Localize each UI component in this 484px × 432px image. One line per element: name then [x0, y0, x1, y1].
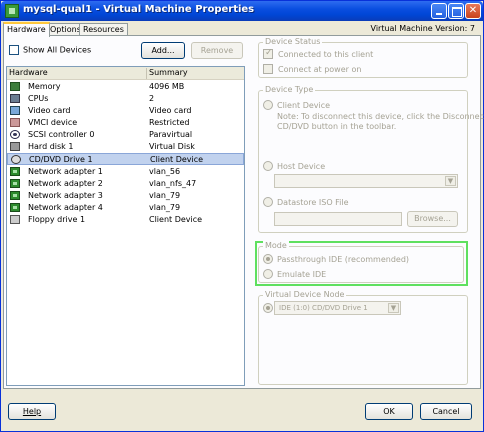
hardware-name: Memory: [28, 82, 61, 91]
hardware-row-floppy-drive[interactable]: Floppy drive 1 Client Device: [7, 214, 244, 226]
show-all-devices-checkbox[interactable]: Show All Devices: [9, 45, 91, 55]
add-device-button[interactable]: Add...: [141, 42, 185, 59]
show-all-devices-label: Show All Devices: [23, 45, 92, 55]
hardware-summary: Video card: [149, 106, 192, 115]
host-device-dropdown[interactable]: ▼: [274, 174, 458, 188]
client-device-note: Note: To disconnect this device, click t…: [277, 112, 484, 121]
hardware-name: Network adapter 4: [28, 203, 103, 212]
client-device-note-2: CD/DVD button in the toolbar.: [277, 122, 397, 131]
hardware-summary: 2: [149, 94, 155, 103]
connect-at-power-on-label: Connect at power on: [278, 65, 362, 74]
virtual-device-node-value: IDE (1:0) CD/DVD Drive 1: [279, 304, 368, 312]
hardware-name: Network adapter 1: [28, 167, 103, 176]
hardware-row-cd-dvd-drive[interactable]: CD/DVD Drive 1 Client Device: [7, 153, 244, 165]
checkbox-box[interactable]: [9, 45, 19, 55]
connected-label: Connected to this client: [278, 50, 374, 59]
hardware-row-network-adapter-1[interactable]: Network adapter 1 vlan_56: [7, 166, 244, 178]
hardware-row-hard-disk[interactable]: Hard disk 1 Virtual Disk: [7, 141, 244, 153]
hardware-summary: vlan_nfs_47: [149, 179, 197, 188]
cd-dvd-drive-icon: [11, 155, 21, 164]
column-separator[interactable]: [146, 68, 147, 79]
memory-icon: [10, 82, 20, 91]
hardware-name: CPUs: [28, 94, 49, 103]
scsi-controller-icon: [10, 130, 20, 139]
hardware-row-network-adapter-4[interactable]: Network adapter 4 vlan_79: [7, 202, 244, 214]
video-card-icon: [10, 106, 20, 115]
maximize-button[interactable]: [448, 3, 464, 19]
cpu-icon: [10, 94, 20, 103]
column-header-hardware[interactable]: Hardware: [9, 68, 48, 77]
column-header-summary[interactable]: Summary: [149, 68, 188, 77]
datastore-iso-label: Datastore ISO File: [277, 198, 349, 207]
hardware-row-cpus[interactable]: CPUs 2: [7, 93, 244, 105]
hardware-summary: vlan_79: [149, 203, 181, 212]
hardware-list-header: Hardware Summary: [7, 67, 244, 80]
datastore-iso-input[interactable]: [274, 212, 402, 226]
connect-at-power-on-checkbox[interactable]: [263, 64, 273, 74]
hardware-summary: Restricted: [149, 118, 190, 127]
connected-checkbox[interactable]: [263, 48, 273, 59]
hardware-list: Hardware Summary Memory 4096 MB CPUs 2 V…: [6, 66, 245, 386]
title-bar[interactable]: mysql-qual1 - Virtual Machine Properties…: [1, 1, 483, 21]
passthrough-ide-radio[interactable]: [263, 254, 273, 264]
hardware-summary: Client Device: [150, 155, 204, 164]
hardware-row-network-adapter-2[interactable]: Network adapter 2 vlan_nfs_47: [7, 178, 244, 190]
device-status-label: Device Status: [263, 37, 323, 46]
virtual-device-node-dropdown[interactable]: IDE (1:0) CD/DVD Drive 1 ▼: [274, 301, 401, 315]
hardware-summary: vlan_56: [149, 167, 181, 176]
window-title: mysql-qual1 - Virtual Machine Properties: [23, 4, 255, 15]
hardware-name: Network adapter 2: [28, 179, 103, 188]
vm-version-label: Virtual Machine Version: 7: [370, 24, 475, 33]
hardware-name: Floppy drive 1: [28, 215, 86, 224]
hardware-row-scsi-controller[interactable]: SCSI controller 0 Paravirtual: [7, 129, 244, 141]
floppy-drive-icon: [10, 215, 20, 224]
ok-button[interactable]: OK: [365, 403, 413, 420]
hardware-name: SCSI controller 0: [28, 130, 95, 139]
client-device-label: Client Device: [277, 101, 331, 110]
vmci-device-icon: [10, 118, 20, 127]
help-label: Help: [22, 407, 42, 416]
network-adapter-icon: [10, 191, 20, 200]
host-device-label: Host Device: [277, 162, 326, 171]
hardware-row-video-card[interactable]: Video card Video card: [7, 105, 244, 117]
chevron-down-icon[interactable]: ▼: [445, 176, 456, 186]
close-button[interactable]: ✕: [465, 3, 481, 19]
hardware-summary: vlan_79: [149, 191, 181, 200]
emulate-ide-label: Emulate IDE: [277, 270, 327, 279]
hardware-name: VMCI device: [28, 118, 78, 127]
cancel-button[interactable]: Cancel: [420, 403, 472, 420]
chevron-down-icon[interactable]: ▼: [388, 303, 399, 313]
hardware-name: Hard disk 1: [28, 142, 74, 151]
network-adapter-icon: [10, 167, 20, 176]
vm-properties-window: mysql-qual1 - Virtual Machine Properties…: [0, 0, 484, 432]
host-device-radio[interactable]: [263, 161, 273, 171]
client-device-radio[interactable]: [263, 100, 273, 110]
hardware-row-network-adapter-3[interactable]: Network adapter 3 vlan_79: [7, 190, 244, 202]
hardware-name: Network adapter 3: [28, 191, 103, 200]
hardware-row-memory[interactable]: Memory 4096 MB: [7, 81, 244, 93]
datastore-iso-radio[interactable]: [263, 197, 273, 207]
hardware-summary: 4096 MB: [149, 82, 185, 91]
passthrough-ide-label: Passthrough IDE (recommended): [277, 255, 410, 264]
tab-hardware[interactable]: Hardware: [3, 22, 50, 37]
browse-button[interactable]: Browse...: [407, 211, 458, 227]
remove-device-button[interactable]: Remove: [191, 42, 243, 59]
vm-icon: [5, 4, 19, 18]
hardware-summary: Paravirtual: [149, 130, 193, 139]
hardware-summary: Virtual Disk: [149, 142, 195, 151]
hard-disk-icon: [10, 142, 20, 151]
hardware-name: Video card: [28, 106, 71, 115]
help-button[interactable]: Help: [8, 403, 56, 420]
virtual-device-node-radio[interactable]: [263, 303, 273, 313]
network-adapter-icon: [10, 203, 20, 212]
virtual-device-node-label: Virtual Device Node: [263, 290, 347, 299]
device-type-label: Device Type: [263, 85, 316, 94]
network-adapter-icon: [10, 179, 20, 188]
hardware-name: CD/DVD Drive 1: [29, 155, 93, 164]
mode-label: Mode: [263, 241, 289, 250]
hardware-row-vmci-device[interactable]: VMCI device Restricted: [7, 117, 244, 129]
minimize-button[interactable]: [431, 3, 447, 19]
hardware-summary: Client Device: [149, 215, 203, 224]
emulate-ide-radio[interactable]: [263, 269, 273, 279]
